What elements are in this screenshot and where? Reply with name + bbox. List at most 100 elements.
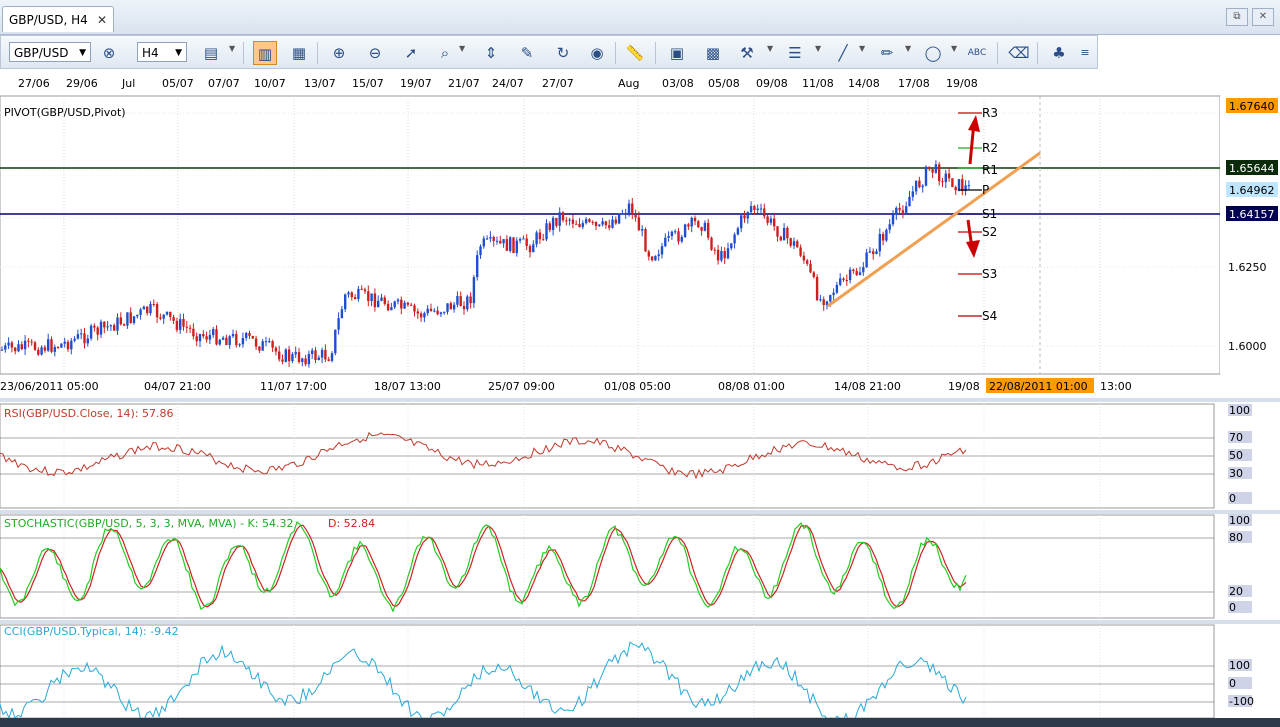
ruler-icon[interactable]: 📏 (623, 41, 647, 65)
candle-body (773, 218, 776, 227)
candle-body (578, 224, 581, 227)
level-value: 70 (1229, 431, 1243, 444)
candle-body (637, 217, 641, 231)
toolbar-overflow-icon[interactable]: ≡ (1077, 41, 1093, 65)
candle-body (951, 178, 954, 188)
close-tab-icon[interactable]: ✕ (97, 7, 107, 33)
pivot-label-r2: R2 (982, 141, 998, 155)
panel-splitter[interactable] (0, 620, 1280, 624)
hierarchy-icon[interactable]: ♣ (1047, 41, 1071, 65)
price-panel[interactable]: R3 R2 R1 P S1 S2 S3 S4 PIVOT(GBP/USD,Pivot) (0, 95, 1221, 375)
chevron-down-icon[interactable]: ▼ (815, 44, 821, 53)
bottom-date-label: 14/08 21:00 (834, 380, 901, 393)
candle-body (76, 334, 80, 339)
timeframe-value: H4 (142, 46, 159, 60)
candle-body (373, 293, 377, 308)
panel-splitter[interactable] (0, 510, 1280, 514)
top-date-label: 24/07 (492, 77, 524, 90)
candle-body (584, 219, 588, 224)
candle-body (472, 277, 476, 304)
bottom-date-label: 04/07 21:00 (144, 380, 211, 393)
save-chart-icon[interactable]: ▩ (701, 41, 725, 65)
globe-icon[interactable]: ◉ (585, 41, 609, 65)
tab-gbpusd-h4[interactable]: GBP/USD, H4 ✕ (2, 6, 114, 32)
edit-chart-icon[interactable]: ✎ (515, 41, 539, 65)
candle-body (634, 214, 637, 218)
candle-body (921, 185, 924, 188)
candle-body (60, 343, 63, 348)
price-tag-value: 1.67640 (1229, 100, 1275, 113)
candle-body (736, 228, 740, 235)
chevron-down-icon[interactable]: ▼ (905, 44, 911, 53)
close-window-button[interactable]: ✕ (1252, 8, 1274, 26)
candle-body (179, 319, 182, 330)
stochastic-label: STOCHASTIC(GBP/USD, 5, 3, 3, MVA, MVA) -… (4, 517, 293, 530)
crosshair-link-icon[interactable]: ⊗ (97, 41, 121, 65)
level-value: 0 (1229, 601, 1236, 614)
candle-body (396, 299, 400, 302)
indicator-list-icon[interactable]: ☰ (783, 41, 807, 65)
magnifier-icon[interactable]: ⌕ (433, 41, 457, 65)
candle-body (446, 303, 449, 312)
candle-body (287, 349, 291, 362)
candle-body (37, 349, 40, 355)
candle-body (872, 251, 875, 254)
level-value: 50 (1229, 449, 1243, 462)
candle-body (344, 294, 347, 310)
fit-chart-icon[interactable]: ⇕ (479, 41, 503, 65)
toolbar-separator (997, 42, 998, 64)
candle-body (129, 312, 132, 324)
rsi-panel[interactable]: RSI(GBP/USD.Close, 14): 57.86 (0, 403, 1215, 509)
candle-body (677, 231, 680, 242)
candle-body (581, 223, 584, 227)
cci-panel[interactable]: CCI(GBP/USD.Typical, 14): -9.42 (0, 624, 1215, 718)
candle-body (449, 303, 452, 310)
chart-area[interactable]: 27/06 29/06 Jul 05/07 07/07 10/07 13/07 15/07 19… (0, 70, 1280, 718)
zoom-out-icon[interactable]: ⊖ (363, 41, 387, 65)
top-date-label: 11/08 (802, 77, 834, 90)
stochastic-panel[interactable]: STOCHASTIC(GBP/USD, 5, 3, 3, MVA, MVA) -… (0, 514, 1215, 619)
ellipse-tool-icon[interactable]: ◯ (921, 41, 945, 65)
pivot-label-s3: S3 (982, 267, 997, 281)
bar-mode-icon[interactable]: ▦ (287, 41, 311, 65)
chevron-down-icon[interactable]: ▼ (859, 44, 865, 53)
timeframe-select[interactable]: H4 ▼ (137, 42, 187, 62)
top-date-label: 05/07 (162, 77, 194, 90)
tab-title: GBP/USD, H4 (9, 13, 88, 27)
candlestick-mode-button[interactable]: ▥ (253, 41, 277, 65)
candle-body (383, 297, 386, 304)
symbol-select[interactable]: GBP/USD ▼ (9, 42, 91, 62)
chart-type-icon[interactable]: ▤ (199, 41, 223, 65)
restore-window-button[interactable]: ⧉ (1226, 8, 1248, 26)
chevron-down-icon[interactable]: ▼ (229, 44, 235, 53)
panel-splitter[interactable] (0, 398, 1280, 402)
candle-body (535, 232, 538, 245)
candle-body (515, 240, 518, 253)
image-icon[interactable]: ▣ (665, 41, 689, 65)
candle-body (294, 352, 297, 355)
candle-body (901, 210, 905, 213)
candle-body (416, 311, 419, 314)
text-tool-icon[interactable]: ABC (965, 41, 989, 65)
eraser-icon[interactable]: ⌫ (1007, 41, 1031, 65)
candle-body (83, 333, 86, 344)
candle-body (845, 279, 848, 281)
pen-color-icon[interactable]: ✏ (875, 41, 899, 65)
candle-body (109, 325, 113, 327)
candle-body (0, 349, 4, 351)
refresh-icon[interactable]: ↻ (551, 41, 575, 65)
candle-body (410, 304, 413, 306)
zoom-in-icon[interactable]: ⊕ (327, 41, 351, 65)
candle-body (363, 289, 367, 292)
candle-body (96, 327, 99, 335)
chevron-down-icon[interactable]: ▼ (951, 44, 957, 53)
indicator-tools-icon[interactable]: ⚒ (735, 41, 759, 65)
chevron-down-icon[interactable]: ▼ (767, 44, 773, 53)
line-tool-icon[interactable]: ╱ (831, 41, 855, 65)
cursor-icon[interactable]: ➚ (399, 41, 423, 65)
stochastic-d-label: D: 52.84 (328, 517, 375, 530)
candle-body (291, 354, 294, 362)
chevron-down-icon[interactable]: ▼ (459, 44, 465, 53)
candle-body (700, 227, 703, 231)
candle-body (499, 240, 502, 244)
